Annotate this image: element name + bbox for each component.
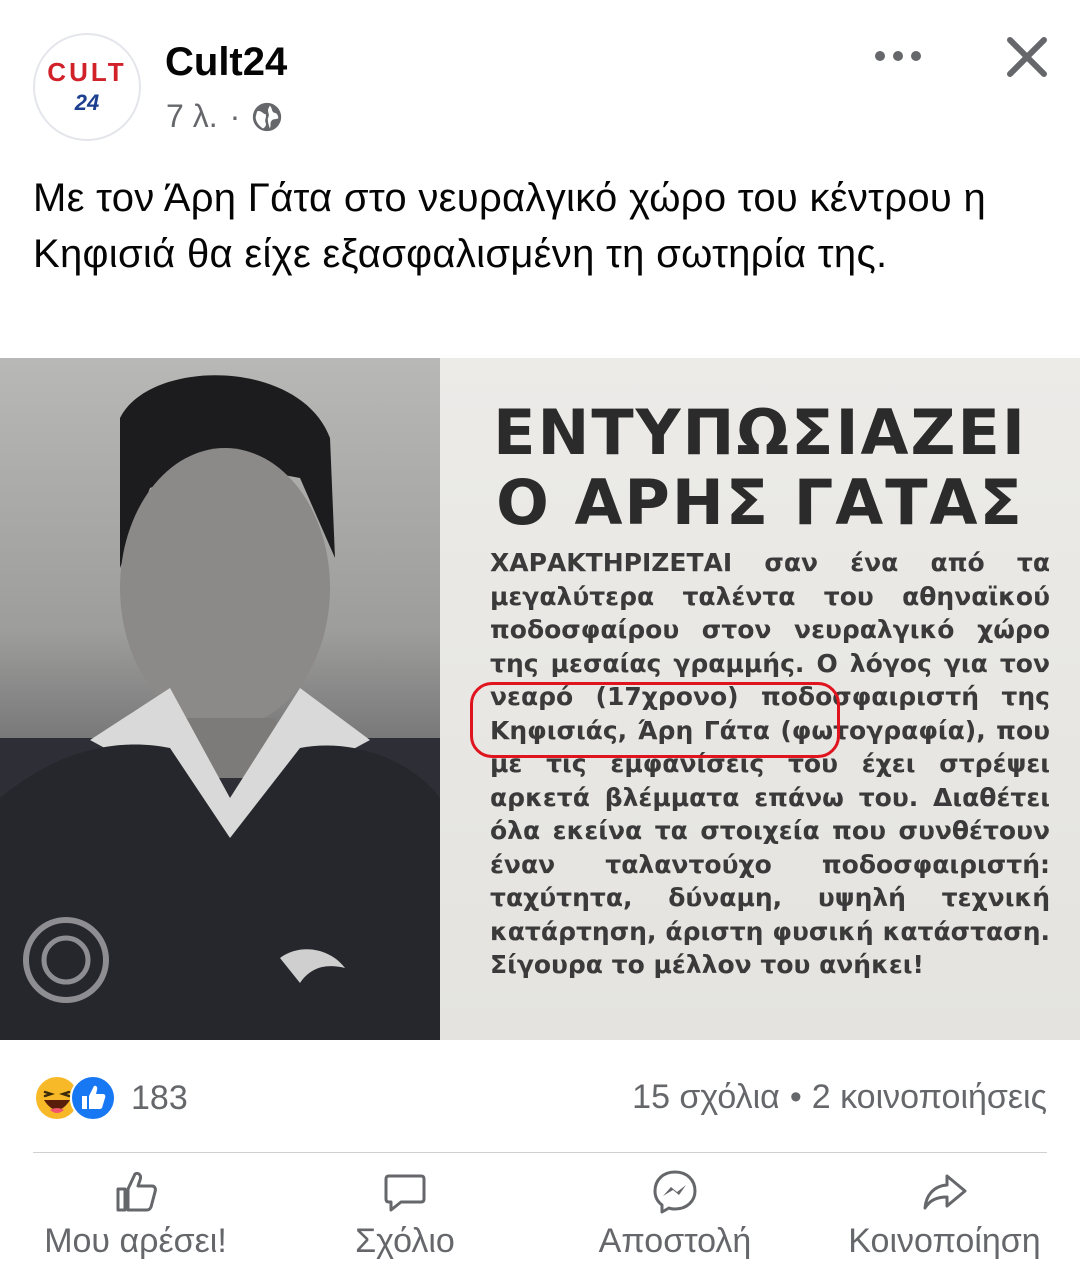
comment-button[interactable]: Σχόλιο bbox=[305, 1168, 505, 1268]
avatar-logo-line2: 24 bbox=[74, 90, 100, 115]
more-icon[interactable] bbox=[870, 40, 926, 72]
post-header: CULT 24 Cult24 7 λ. · bbox=[0, 0, 1080, 160]
share-icon bbox=[923, 1174, 966, 1210]
clipping-body: ΧΑΡΑΚΤΗΡΙΖΕΤΑΙ σαν ένα από τα μεγαλύτερα… bbox=[490, 548, 1050, 979]
clipping-headline-line2: Ο ΑΡΗΣ ΓΑΤΑΣ bbox=[496, 466, 1024, 539]
avatar-logo-line1: CULT bbox=[47, 57, 127, 87]
reactions-summary[interactable]: 183 bbox=[33, 1074, 188, 1122]
actions-divider bbox=[33, 1152, 1047, 1153]
comments-count[interactable]: 15 σχόλια bbox=[632, 1078, 780, 1117]
share-button[interactable]: Κοινοποίηση bbox=[837, 1168, 1052, 1268]
thumbs-up-icon bbox=[116, 1171, 157, 1212]
red-highlight-box bbox=[470, 682, 840, 758]
comment-icon bbox=[384, 1174, 426, 1212]
send-button[interactable]: Αποστολή bbox=[575, 1168, 775, 1268]
clipping-headline: ΕΝΤΥΠΩΣΙΑΖΕΙ Ο ΑΡΗΣ ΓΑΤΑΣ bbox=[440, 398, 1080, 538]
like-button[interactable]: Μου αρέσει! bbox=[33, 1168, 238, 1268]
engagement-stats: 15 σχόλια • 2 κοινοποιήσεις bbox=[632, 1078, 1047, 1117]
clipping-headline-line1: ΕΝΤΥΠΩΣΙΑΖΕΙ bbox=[493, 396, 1027, 469]
reaction-icons bbox=[33, 1074, 123, 1122]
like-label: Μου αρέσει! bbox=[44, 1222, 227, 1260]
messenger-icon bbox=[653, 1170, 697, 1214]
stats-separator: • bbox=[789, 1078, 802, 1116]
globe-icon bbox=[253, 102, 282, 131]
share-label: Κοινοποίηση bbox=[848, 1222, 1041, 1260]
post-caption: Με τον Άρη Γάτα στο νευραλγικό χώρο του … bbox=[33, 176, 987, 276]
meta-separator: · bbox=[229, 98, 241, 134]
player-portrait bbox=[0, 375, 440, 1040]
post-time[interactable]: 7 λ. bbox=[166, 98, 218, 135]
page-name[interactable]: Cult24 bbox=[165, 40, 287, 85]
shares-count[interactable]: 2 κοινοποιήσεις bbox=[812, 1078, 1047, 1117]
close-icon[interactable] bbox=[1000, 30, 1054, 84]
player-photo bbox=[0, 358, 440, 1040]
send-label: Αποστολή bbox=[598, 1222, 752, 1260]
reaction-count: 183 bbox=[131, 1078, 188, 1117]
comment-label: Σχόλιο bbox=[355, 1222, 455, 1260]
page-avatar[interactable]: CULT 24 bbox=[33, 33, 141, 141]
post-meta: 7 λ. · bbox=[166, 98, 284, 135]
like-icon bbox=[70, 1075, 116, 1121]
